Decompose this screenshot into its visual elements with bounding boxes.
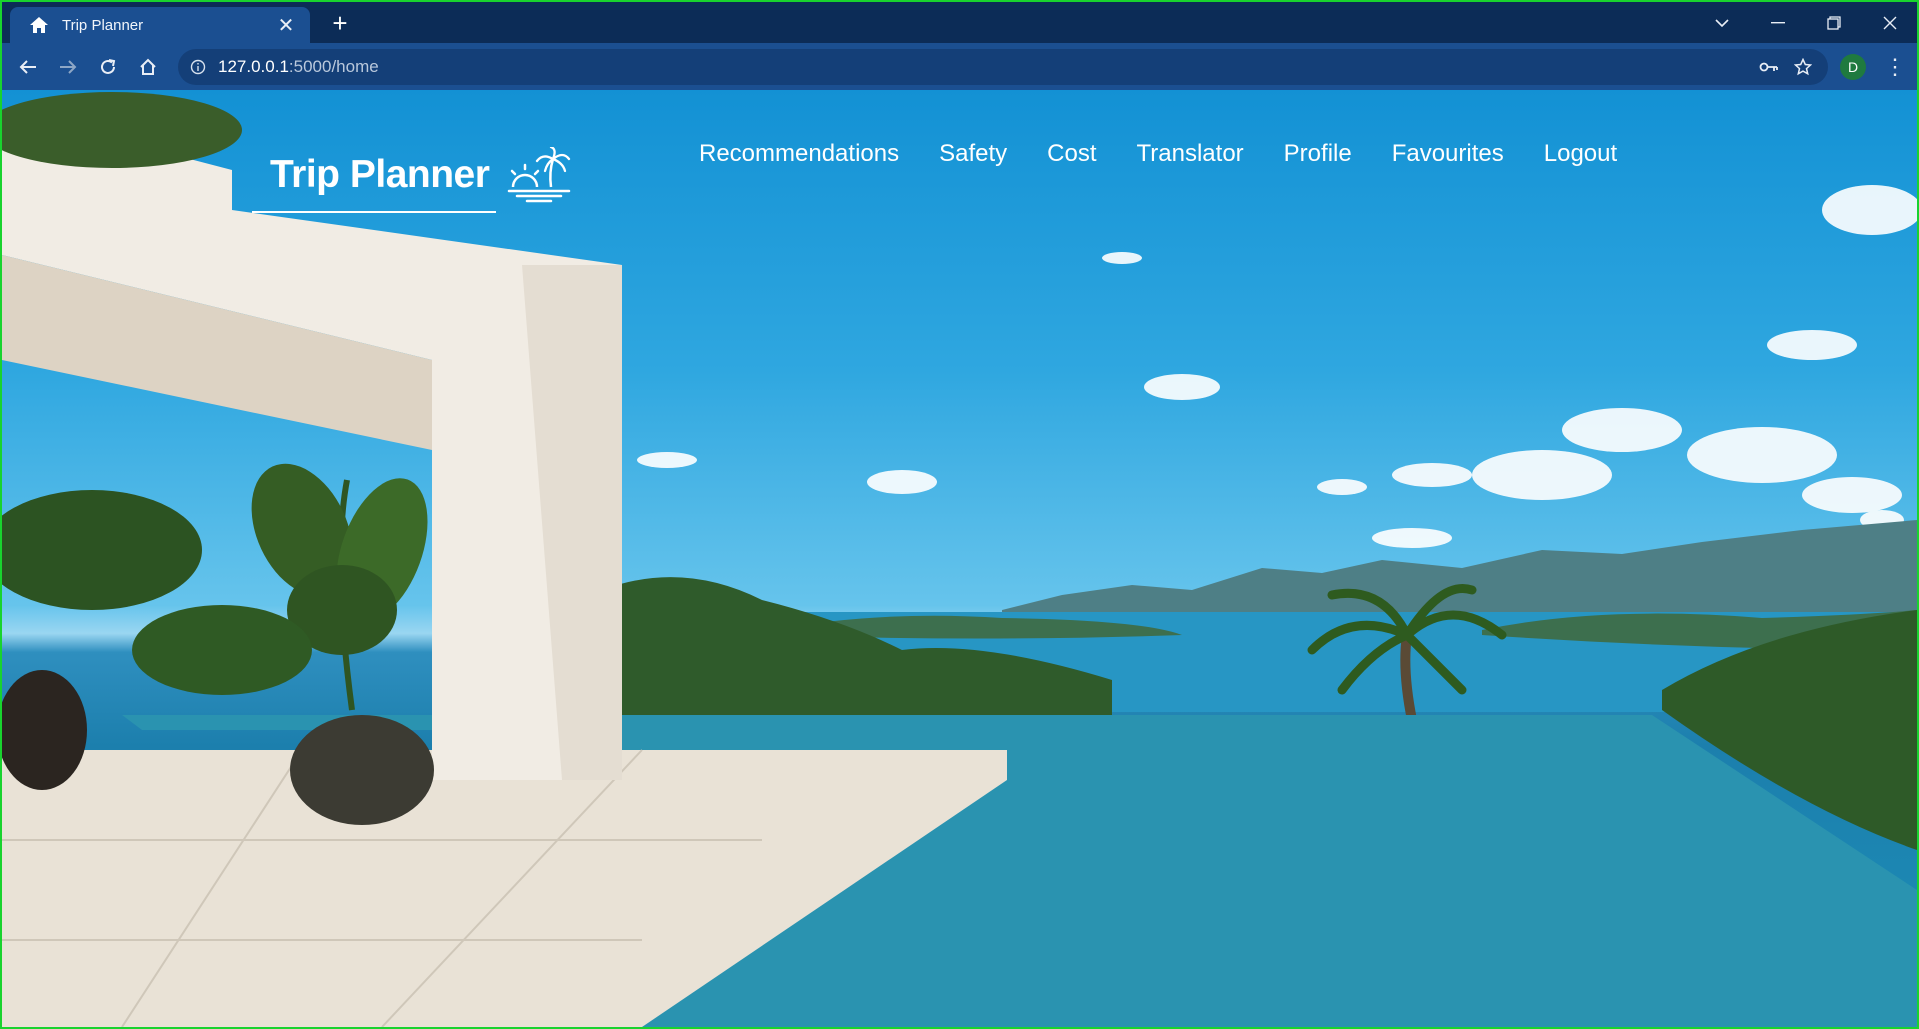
- background-photo: [2, 92, 1917, 1027]
- nav-safety[interactable]: Safety: [939, 140, 1007, 168]
- nav-profile[interactable]: Profile: [1284, 140, 1352, 168]
- forward-arrow-icon[interactable]: [52, 51, 84, 83]
- browser-toolbar: 127.0.0.1:5000/home D ⋮: [2, 43, 1917, 90]
- nav-favourites[interactable]: Favourites: [1392, 140, 1504, 168]
- nav-translator[interactable]: Translator: [1137, 140, 1244, 168]
- clouds: [637, 185, 1917, 548]
- browser-window: Trip Planner ✕ + 127.0.0.1:5000/home D ⋮…: [0, 0, 1919, 1029]
- page-viewport: Trip Planner Recommendations Safety Cost…: [2, 90, 1917, 1027]
- close-window-button[interactable]: [1862, 2, 1917, 43]
- minimize-button[interactable]: [1750, 2, 1806, 43]
- url-text[interactable]: 127.0.0.1:5000/home: [218, 57, 1752, 77]
- nav-logout[interactable]: Logout: [1544, 140, 1617, 168]
- site-info-icon[interactable]: [188, 57, 208, 77]
- house-icon: [28, 14, 50, 36]
- key-icon[interactable]: [1752, 51, 1786, 83]
- tab-title: Trip Planner: [62, 16, 144, 34]
- nav-recommendations[interactable]: Recommendations: [699, 140, 899, 168]
- restore-button[interactable]: [1806, 2, 1862, 43]
- bookmark-star-icon[interactable]: [1786, 51, 1820, 83]
- brand[interactable]: Trip Planner: [270, 147, 571, 203]
- tab-search-icon[interactable]: [1694, 2, 1750, 43]
- nav-cost[interactable]: Cost: [1047, 140, 1096, 168]
- brand-underline: [252, 211, 496, 213]
- main-nav: Recommendations Safety Cost Translator P…: [699, 140, 1657, 168]
- home-icon[interactable]: [132, 51, 164, 83]
- url-path: :5000/home: [288, 57, 379, 76]
- brand-title[interactable]: Trip Planner: [270, 153, 490, 197]
- mountains: [1002, 520, 1917, 615]
- tab-strip: Trip Planner ✕ +: [2, 2, 1917, 43]
- url-host: 127.0.0.1: [218, 57, 289, 76]
- profile-avatar[interactable]: D: [1840, 54, 1866, 80]
- tab-active[interactable]: Trip Planner ✕: [10, 7, 310, 43]
- new-tab-button[interactable]: +: [324, 8, 356, 40]
- kebab-menu-icon[interactable]: ⋮: [1882, 51, 1908, 83]
- roof-garden: [2, 92, 242, 168]
- back-arrow-icon[interactable]: [12, 51, 44, 83]
- address-bar[interactable]: 127.0.0.1:5000/home: [178, 49, 1828, 85]
- close-tab-icon[interactable]: ✕: [272, 13, 300, 38]
- beach-sunset-icon: [508, 147, 571, 203]
- reload-icon[interactable]: [92, 51, 124, 83]
